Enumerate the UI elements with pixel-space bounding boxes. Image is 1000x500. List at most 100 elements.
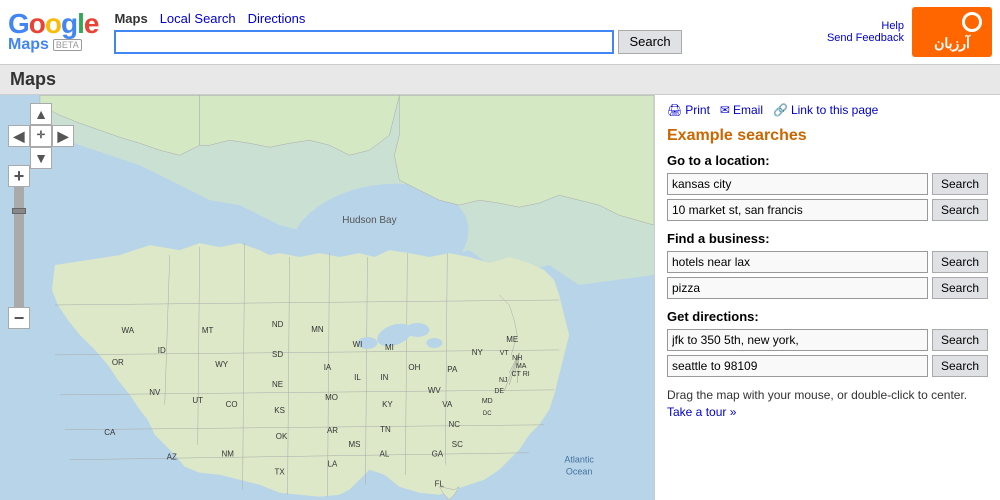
goto-search-row-2: Search: [667, 199, 988, 221]
map-nav-controls: ▲ ◀ ✛ ▶ ▼: [8, 103, 74, 169]
beta-badge: BETA: [53, 39, 82, 51]
main-search-button[interactable]: Search: [618, 30, 681, 54]
goto-search-btn-2[interactable]: Search: [932, 199, 988, 221]
business-search-row-1: Search: [667, 251, 988, 273]
google-logo: Google: [8, 10, 98, 38]
svg-text:NC: NC: [449, 420, 461, 429]
page-title-bar: Maps: [0, 65, 1000, 95]
goto-label: Go to a location:: [667, 153, 988, 168]
business-search-btn-2[interactable]: Search: [932, 277, 988, 299]
directions-search-btn-2[interactable]: Search: [932, 355, 988, 377]
pan-up-button[interactable]: ▲: [30, 103, 52, 125]
email-link[interactable]: ✉ Email: [720, 103, 763, 117]
svg-text:MS: MS: [348, 440, 360, 449]
pan-center-button[interactable]: ✛: [30, 125, 52, 147]
local-search-nav-link[interactable]: Local Search: [160, 11, 236, 26]
svg-text:Ocean: Ocean: [566, 467, 592, 477]
directions-input-1[interactable]: [667, 329, 928, 351]
business-search-btn-1[interactable]: Search: [932, 251, 988, 273]
logo-o1: o: [29, 8, 45, 39]
svg-text:UT: UT: [192, 396, 203, 405]
print-link[interactable]: 🖨 Print: [667, 103, 710, 117]
svg-text:CO: CO: [226, 400, 238, 409]
business-search-row-2: Search: [667, 277, 988, 299]
svg-text:KY: KY: [382, 400, 393, 409]
business-input-1[interactable]: [667, 251, 928, 273]
svg-text:Atlantic: Atlantic: [564, 455, 594, 465]
goto-input-2[interactable]: [667, 199, 928, 221]
email-icon: ✉: [720, 103, 730, 117]
logo-l: l: [77, 8, 84, 39]
nav-search-area: Maps Local Search Directions Search: [114, 11, 818, 54]
directions-input-2[interactable]: [667, 355, 928, 377]
svg-text:CT: CT: [512, 371, 522, 378]
maps-label: Maps: [8, 36, 49, 54]
goto-search-row-1: Search: [667, 173, 988, 195]
print-icon: 🖨: [667, 103, 682, 117]
watermark-text: آرز‌بان: [934, 35, 970, 52]
pan-row: ◀ ✛ ▶: [8, 125, 74, 147]
pan-right-button[interactable]: ▶: [52, 125, 74, 147]
svg-text:IA: IA: [324, 363, 332, 372]
business-label: Find a business:: [667, 231, 988, 246]
svg-text:WV: WV: [428, 386, 442, 395]
logo-o2: o: [45, 8, 61, 39]
svg-text:RI: RI: [523, 371, 530, 378]
drag-note: Drag the map with your mouse, or double-…: [667, 387, 988, 421]
directions-section: Get directions: Search Search: [667, 309, 988, 377]
pan-left-button[interactable]: ◀: [8, 125, 30, 147]
search-bar: Search: [114, 30, 818, 54]
link-to-page-link[interactable]: 🔗 Link to this page: [773, 103, 878, 117]
directions-label: Get directions:: [667, 309, 988, 324]
svg-text:FL: FL: [435, 480, 445, 489]
example-searches-title: Example searches: [667, 127, 988, 145]
zoom-slider[interactable]: [14, 187, 24, 307]
svg-text:OK: OK: [276, 432, 288, 441]
svg-text:AR: AR: [327, 426, 338, 435]
svg-text:OH: OH: [408, 363, 420, 372]
svg-text:WY: WY: [215, 360, 229, 369]
help-link[interactable]: Help: [881, 20, 904, 32]
zoom-thumb[interactable]: [12, 208, 26, 214]
svg-text:MO: MO: [325, 393, 338, 402]
svg-text:MA: MA: [516, 363, 527, 370]
svg-text:NV: NV: [149, 388, 161, 397]
zoom-controls: + −: [8, 165, 30, 329]
directions-search-btn-1[interactable]: Search: [932, 329, 988, 351]
svg-text:NM: NM: [221, 450, 233, 459]
tour-link[interactable]: Take a tour »: [667, 405, 736, 419]
svg-text:Hudson Bay: Hudson Bay: [342, 215, 396, 226]
directions-search-row-1: Search: [667, 329, 988, 351]
svg-text:MD: MD: [482, 398, 493, 405]
business-input-2[interactable]: [667, 277, 928, 299]
logo-area: Google Maps BETA: [8, 10, 98, 54]
directions-nav-link[interactable]: Directions: [248, 11, 306, 26]
logo-g: G: [8, 8, 29, 39]
header-right-links: Help Send Feedback: [827, 20, 904, 44]
maps-sub: Maps BETA: [8, 36, 98, 54]
svg-text:MI: MI: [385, 343, 394, 352]
svg-text:TN: TN: [380, 425, 391, 434]
svg-text:ID: ID: [158, 346, 166, 355]
map-svg[interactable]: Hudson Bay Atlantic Ocean Gulf of Mexico…: [0, 95, 654, 500]
svg-text:TX: TX: [274, 468, 285, 477]
map-area[interactable]: ▲ ◀ ✛ ▶ ▼ + −: [0, 95, 655, 500]
right-top-links: 🖨 Print ✉ Email 🔗 Link to this page: [667, 103, 988, 117]
zoom-in-button[interactable]: +: [8, 165, 30, 187]
svg-text:AZ: AZ: [167, 453, 177, 462]
svg-text:KS: KS: [274, 406, 285, 415]
svg-text:SC: SC: [452, 440, 463, 449]
link-icon: 🔗: [773, 103, 788, 117]
page-title: Maps: [10, 69, 56, 89]
send-feedback-link[interactable]: Send Feedback: [827, 32, 904, 44]
svg-text:GA: GA: [432, 450, 444, 459]
goto-search-btn-1[interactable]: Search: [932, 173, 988, 195]
maps-nav-link[interactable]: Maps: [114, 11, 147, 26]
zoom-out-button[interactable]: −: [8, 307, 30, 329]
svg-text:VA: VA: [442, 400, 453, 409]
svg-text:MN: MN: [311, 325, 324, 334]
goto-input-1[interactable]: [667, 173, 928, 195]
goto-section: Go to a location: Search Search: [667, 153, 988, 221]
main-search-input[interactable]: [114, 30, 614, 54]
pan-down-button[interactable]: ▼: [30, 147, 52, 169]
